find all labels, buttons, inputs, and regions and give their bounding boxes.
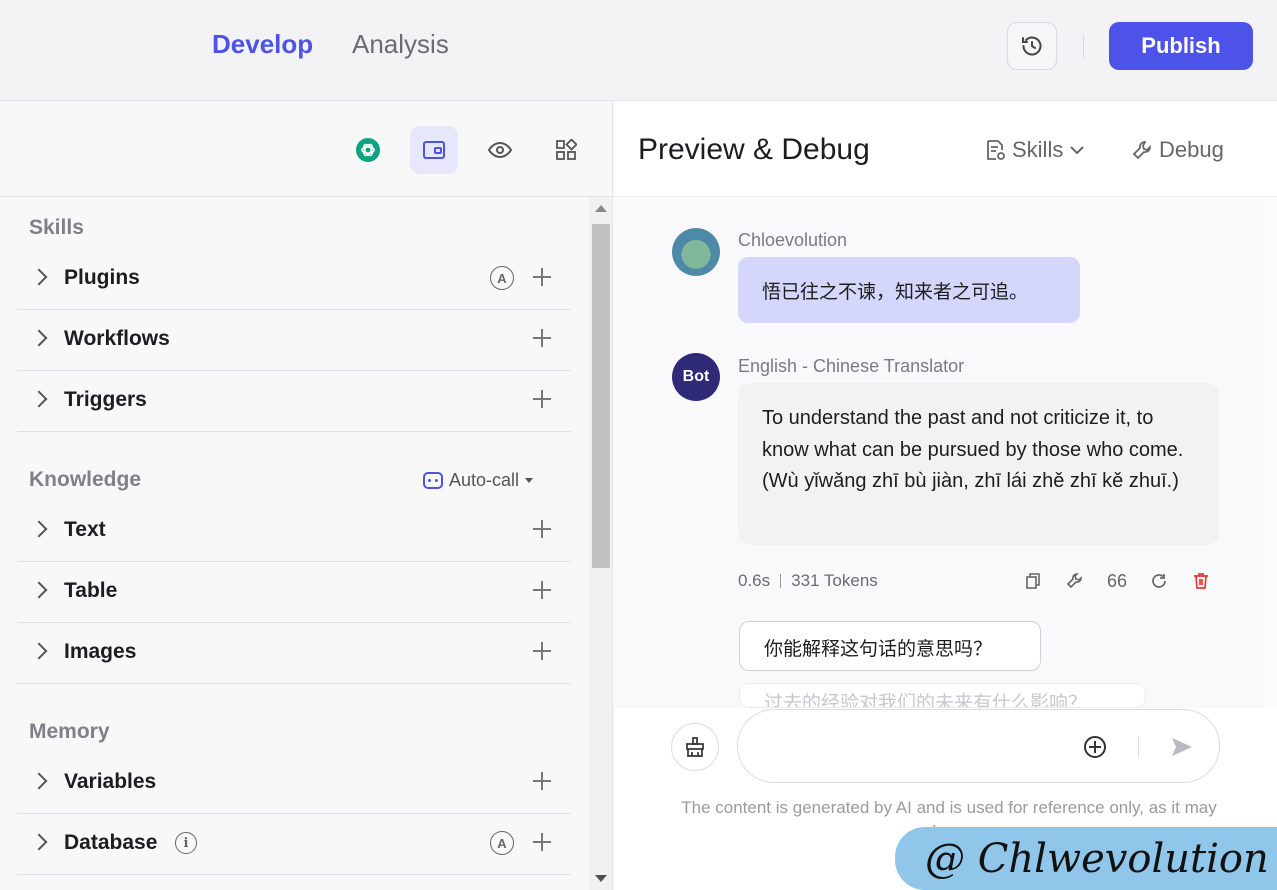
tab-analysis[interactable]: Analysis bbox=[352, 27, 449, 61]
auto-icon[interactable]: A bbox=[490, 831, 514, 855]
section-title-skills: Skills bbox=[29, 216, 84, 239]
scroll-thumb[interactable] bbox=[592, 224, 610, 568]
skill-row-plugins[interactable]: Plugins A bbox=[17, 249, 571, 310]
add-trigger-icon[interactable] bbox=[532, 389, 552, 409]
regenerate-icon[interactable] bbox=[1149, 571, 1169, 591]
message-meta: 0.6s 331 Tokens bbox=[738, 571, 878, 591]
chevron-right-icon bbox=[30, 329, 48, 347]
caret-down-icon bbox=[525, 478, 534, 483]
skills-label: Skills bbox=[1012, 137, 1064, 162]
suggested-question[interactable]: 你能解释这句话的意思吗？ bbox=[739, 621, 1041, 671]
watermark: @ Chlwevolution bbox=[895, 827, 1277, 890]
debug-label: Debug bbox=[1159, 137, 1224, 162]
auto-call-label: Auto-call bbox=[449, 470, 520, 490]
copy-icon[interactable] bbox=[1023, 571, 1043, 591]
chevron-right-icon bbox=[30, 772, 48, 790]
grid-icon bbox=[556, 139, 577, 160]
robot-icon bbox=[423, 472, 443, 489]
quote-icon[interactable]: 66 bbox=[1107, 571, 1127, 591]
row-label: Variables bbox=[64, 770, 157, 793]
eye-icon bbox=[488, 141, 512, 159]
section-title-memory: Memory bbox=[29, 720, 110, 743]
knowledge-row-images[interactable]: Images bbox=[17, 623, 571, 684]
wrench-icon bbox=[1132, 141, 1151, 160]
info-icon[interactable]: i bbox=[175, 832, 197, 854]
skills-panel: Skills Plugins A Workflows Triggers Know… bbox=[0, 101, 613, 890]
scroll-down-icon[interactable] bbox=[595, 875, 607, 882]
preview-button[interactable] bbox=[476, 126, 524, 174]
wallet-icon bbox=[423, 141, 445, 159]
top-bar: Develop Analysis Publish bbox=[0, 0, 1277, 101]
delete-icon[interactable] bbox=[1191, 571, 1211, 591]
left-toolbar bbox=[0, 101, 612, 197]
skill-row-workflows[interactable]: Workflows bbox=[17, 310, 571, 371]
publish-button[interactable]: Publish bbox=[1109, 22, 1253, 70]
bot-name: English - Chinese Translator bbox=[738, 356, 965, 376]
row-label: Text bbox=[64, 518, 106, 541]
bot-avatar[interactable]: Bot bbox=[672, 353, 720, 401]
user-avatar[interactable] bbox=[672, 228, 720, 276]
add-table-icon[interactable] bbox=[532, 580, 552, 600]
response-time: 0.6s bbox=[738, 571, 771, 590]
chevron-right-icon bbox=[30, 390, 48, 408]
add-database-icon[interactable] bbox=[532, 832, 552, 852]
skills-dropdown[interactable]: Skills bbox=[984, 137, 1085, 163]
history-button[interactable] bbox=[1007, 22, 1057, 70]
row-label: Table bbox=[64, 579, 118, 602]
preview-panel: Preview & Debug Skills Debug Chloevoluti… bbox=[614, 101, 1277, 890]
send-icon[interactable] bbox=[1170, 735, 1194, 759]
debug-button[interactable]: Debug bbox=[1131, 137, 1224, 163]
chat-scrollbar[interactable] bbox=[1264, 198, 1277, 708]
skill-row-triggers[interactable]: Triggers bbox=[17, 371, 571, 432]
add-text-icon[interactable] bbox=[532, 519, 552, 539]
bot-message: To understand the past and not criticize… bbox=[738, 383, 1219, 545]
row-label: Plugins bbox=[64, 266, 140, 289]
row-label: Workflows bbox=[64, 327, 170, 350]
add-workflow-icon[interactable] bbox=[532, 328, 552, 348]
wrench-icon[interactable] bbox=[1065, 571, 1085, 591]
openai-icon bbox=[356, 138, 380, 162]
auto-icon[interactable]: A bbox=[490, 266, 514, 290]
composer-divider bbox=[1138, 736, 1139, 758]
sender-name: Chloevolution bbox=[738, 230, 848, 250]
chevron-right-icon bbox=[30, 268, 48, 286]
tab-develop[interactable]: Develop bbox=[212, 27, 313, 61]
row-label: Triggers bbox=[64, 388, 147, 411]
meta-divider bbox=[780, 574, 782, 588]
memory-row-variables[interactable]: Variables bbox=[17, 753, 571, 814]
scroll-up-icon[interactable] bbox=[595, 205, 607, 212]
add-plugin-icon[interactable] bbox=[532, 267, 552, 287]
knowledge-row-table[interactable]: Table bbox=[17, 562, 571, 623]
wallet-button[interactable] bbox=[410, 126, 458, 174]
toolbar-divider bbox=[1083, 34, 1084, 58]
clear-context-button[interactable] bbox=[671, 723, 719, 771]
add-variable-icon[interactable] bbox=[532, 771, 552, 791]
chevron-right-icon bbox=[30, 581, 48, 599]
knowledge-row-text[interactable]: Text bbox=[17, 501, 571, 562]
chevron-right-icon bbox=[30, 642, 48, 660]
user-message: 悟已往之不谏，知来者之可追。 bbox=[738, 257, 1080, 323]
section-title-knowledge: Knowledge bbox=[29, 468, 142, 491]
message-input[interactable] bbox=[758, 730, 1058, 764]
token-count: 331 Tokens bbox=[791, 571, 878, 590]
chevron-right-icon bbox=[30, 833, 48, 851]
left-scrollbar[interactable] bbox=[589, 197, 612, 890]
chevron-down-icon bbox=[1070, 146, 1085, 155]
auto-call-dropdown[interactable]: Auto-call bbox=[423, 470, 534, 491]
row-label: Images bbox=[64, 640, 137, 663]
preview-header: Preview & Debug Skills Debug bbox=[614, 101, 1277, 197]
broom-icon bbox=[686, 737, 704, 757]
history-icon bbox=[1022, 36, 1042, 56]
layout-button[interactable] bbox=[542, 126, 590, 174]
row-label: Database bbox=[64, 831, 158, 854]
model-button[interactable] bbox=[344, 126, 392, 174]
message-composer bbox=[737, 709, 1220, 783]
suggested-question[interactable]: 过去的经验对我们的未来有什么影响？ bbox=[739, 683, 1146, 708]
memory-row-database[interactable]: Database i A bbox=[17, 814, 571, 875]
chevron-right-icon bbox=[30, 520, 48, 538]
add-attachment-icon[interactable] bbox=[1084, 736, 1106, 758]
preview-title: Preview & Debug bbox=[638, 133, 870, 166]
add-image-icon[interactable] bbox=[532, 641, 552, 661]
document-gear-icon bbox=[987, 140, 1005, 160]
